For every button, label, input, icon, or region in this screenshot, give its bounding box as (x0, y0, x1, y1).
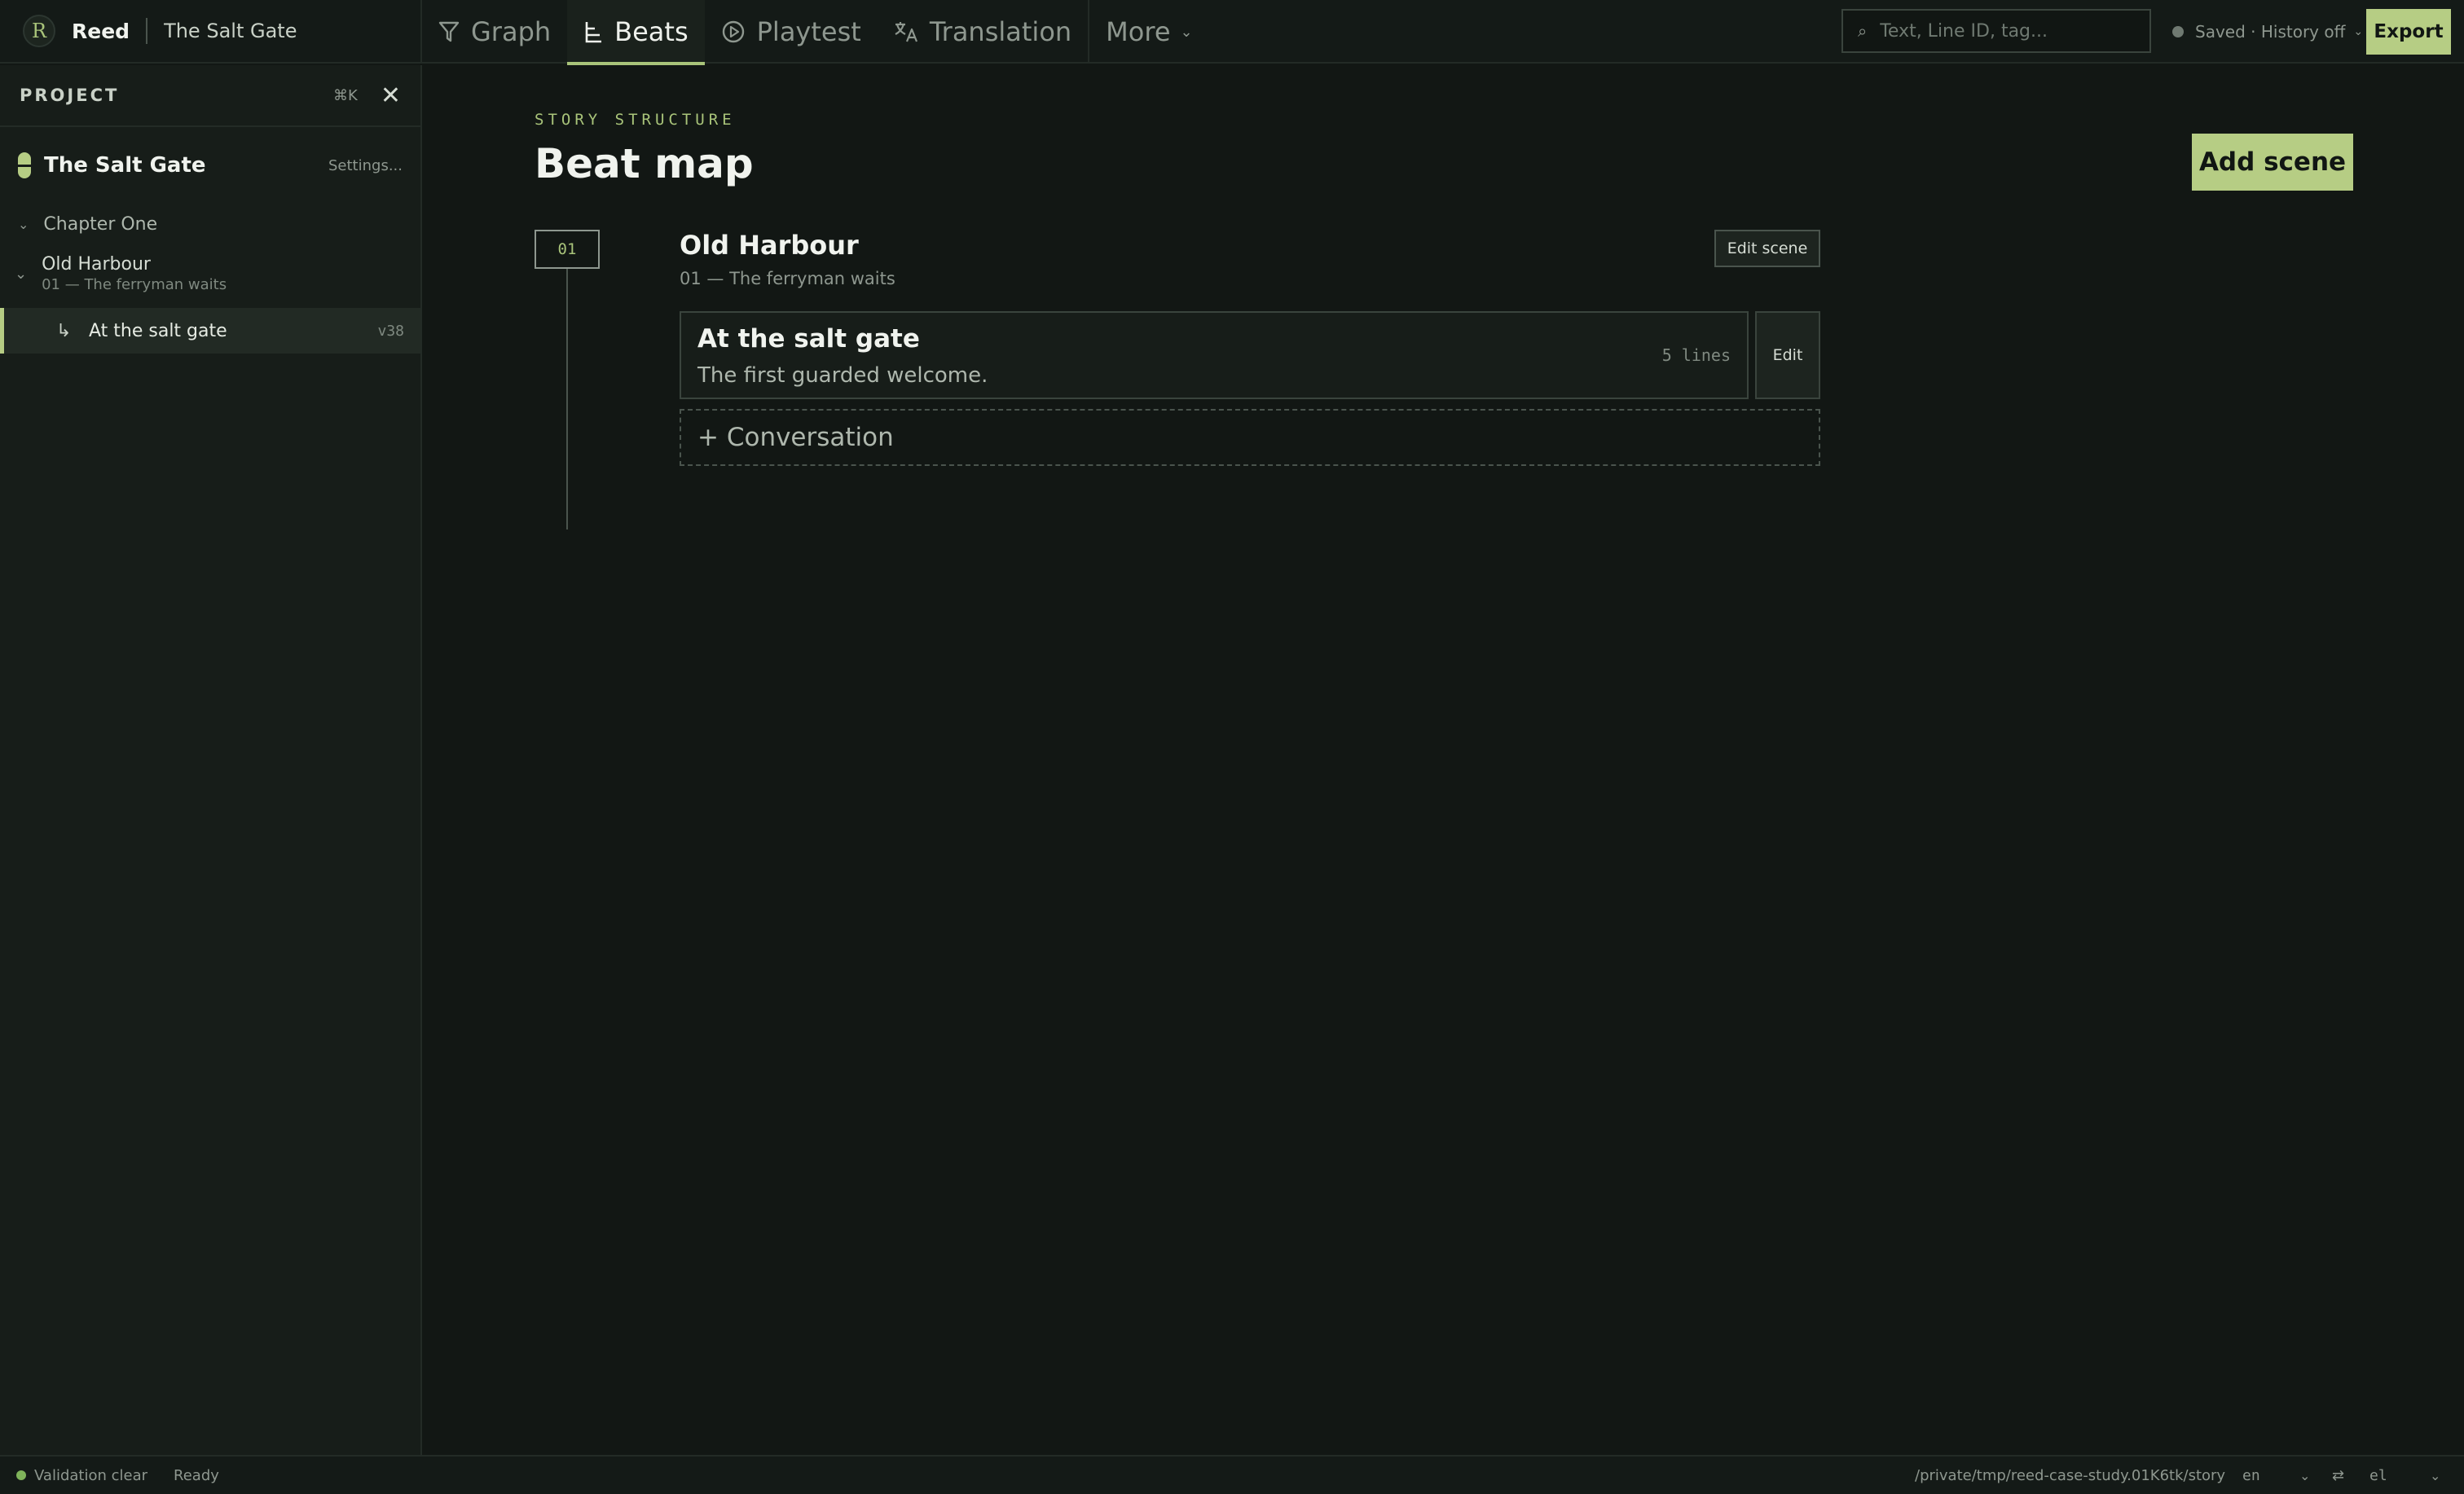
scene-subtitle: 01 — The ferryman waits (680, 269, 895, 288)
tab-label: Graph (471, 16, 552, 47)
status-bar: Validation clear Ready /private/tmp/reed… (0, 1455, 2464, 1494)
tab-label: Playtest (756, 16, 861, 47)
validation-dot-icon (16, 1470, 26, 1480)
tab-playtest[interactable]: Playtest (705, 0, 878, 64)
source-language[interactable]: en (2242, 1467, 2260, 1484)
project-icon (18, 152, 31, 178)
main-nav: Graph Beats Playtest Translation More ⌄ (422, 0, 1209, 65)
project-row[interactable]: The Salt Gate Settings... (0, 127, 420, 204)
chapter-label: Chapter One (43, 213, 158, 235)
search-box[interactable]: ⌕ (1841, 9, 2151, 53)
chevron-down-icon[interactable]: ⌄ (15, 266, 27, 283)
chevron-down-icon: ⌄ (2353, 25, 2364, 38)
ready-status: Ready (174, 1466, 219, 1484)
sidebar-title: PROJECT (20, 86, 120, 105)
tree-item-conversation[interactable]: ↳ At the salt gate v38 (0, 308, 420, 354)
beats-icon (585, 22, 602, 43)
translate-icon (895, 22, 917, 42)
timeline-line (566, 269, 568, 529)
line-count: 5 lines (1661, 345, 1731, 365)
beat-map-panel: STORY STRUCTURE Beat map Add scene 01 Ol… (424, 65, 2464, 1455)
save-status[interactable]: Saved · History off ⌄ (2172, 0, 2363, 64)
chevron-down-icon[interactable]: ⌄ (2299, 1468, 2310, 1483)
export-button[interactable]: Export (2366, 9, 2451, 55)
page-title: Beat map (535, 140, 754, 187)
close-icon[interactable]: ✕ (381, 81, 401, 110)
edit-conversation-button[interactable]: Edit (1755, 311, 1820, 399)
version-badge: v38 (377, 322, 404, 340)
edit-scene-button[interactable]: Edit scene (1714, 230, 1820, 267)
project-sidebar: PROJECT ⌘K ✕ The Salt Gate Settings... ⌄… (0, 65, 422, 1455)
app-logo-icon[interactable]: R (23, 15, 55, 47)
scene-text: Old Harbour 01 — The ferryman waits (42, 254, 227, 293)
brand: R Reed The Salt Gate (0, 0, 422, 62)
shortcut-hint: ⌘K (333, 86, 358, 104)
filter-icon (438, 21, 460, 42)
project-settings-link[interactable]: Settings... (328, 157, 403, 174)
conversation-title: At the salt gate (697, 324, 920, 354)
scene-subtitle: 01 — The ferryman waits (42, 276, 227, 293)
brand-divider (146, 18, 148, 44)
swap-icon[interactable]: ⇄ (2332, 1467, 2344, 1484)
chevron-down-icon[interactable]: ⌄ (2430, 1468, 2440, 1483)
app-name: Reed (72, 19, 130, 43)
scene-number-badge: 01 (535, 230, 600, 269)
sidebar-header: PROJECT ⌘K ✕ (0, 65, 420, 127)
chevron-down-icon: ⌄ (1180, 23, 1193, 41)
tab-beats[interactable]: Beats (567, 0, 706, 65)
conversation-description: The first guarded welcome. (697, 363, 988, 388)
more-menu[interactable]: More ⌄ (1088, 0, 1208, 64)
tree-item-chapter[interactable]: ⌄ Chapter One (0, 204, 420, 244)
status-dot-icon (2172, 26, 2184, 37)
add-scene-button[interactable]: Add scene (2192, 134, 2353, 191)
project-name: The Salt Gate (44, 153, 206, 178)
project-path: /private/tmp/reed-case-study.01K6tk/stor… (1915, 1466, 2226, 1484)
nested-arrow-icon: ↳ (56, 320, 72, 341)
section-eyebrow: STORY STRUCTURE (535, 111, 736, 129)
tab-translation[interactable]: Translation (878, 0, 1088, 64)
tab-label: Beats (614, 16, 689, 47)
validation-status[interactable]: Validation clear (34, 1467, 147, 1484)
scene-label: Old Harbour (42, 254, 151, 275)
save-status-text: Saved · History off (2195, 22, 2346, 42)
play-circle-icon (722, 20, 744, 43)
chevron-down-icon[interactable]: ⌄ (18, 217, 29, 232)
conversation-card[interactable]: At the salt gate The first guarded welco… (680, 311, 1749, 399)
tab-graph[interactable]: Graph (422, 0, 567, 64)
more-label: More (1106, 16, 1171, 47)
project-title: The Salt Gate (164, 20, 297, 42)
top-bar: R Reed The Salt Gate Graph Beats Playtes… (0, 0, 2464, 65)
target-language[interactable]: el (2369, 1467, 2387, 1484)
scene-title: Old Harbour (680, 230, 859, 261)
search-input[interactable] (1880, 20, 2141, 42)
tab-label: Translation (929, 16, 1072, 47)
search-icon: ⌕ (1858, 21, 1868, 41)
tree-item-scene[interactable]: ⌄ Old Harbour 01 — The ferryman waits (0, 244, 420, 303)
conversation-label: At the salt gate (89, 320, 227, 341)
add-conversation-button[interactable]: + Conversation (680, 409, 1820, 466)
